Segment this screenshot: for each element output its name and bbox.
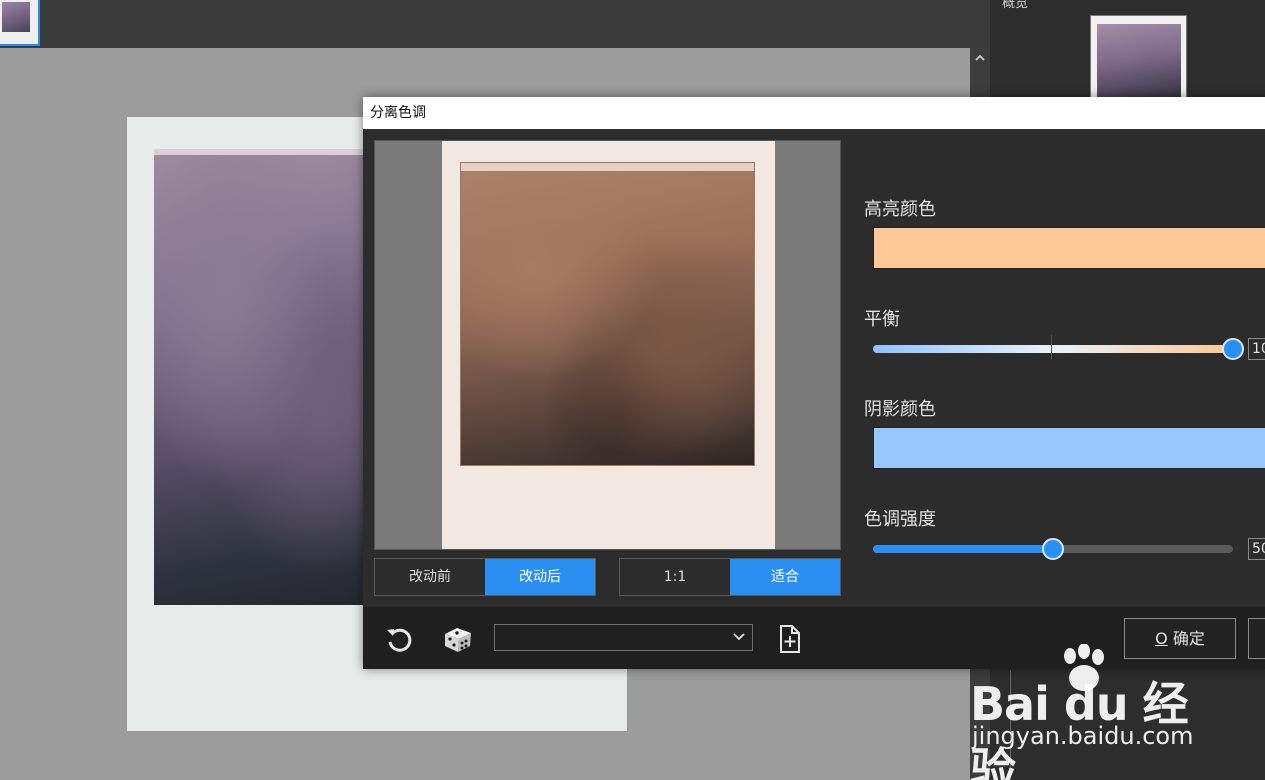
reset-icon[interactable]: [383, 623, 415, 655]
new-file-icon[interactable]: [773, 623, 805, 655]
balance-value-input[interactable]: 10: [1248, 338, 1265, 360]
tone-strength-label: 色调强度: [864, 509, 936, 530]
cancel-button[interactable]: [1248, 618, 1265, 659]
shadow-color-label: 阴影颜色: [864, 399, 936, 420]
zoom-toggle: 1:1 适合: [619, 558, 841, 596]
preview-photo: [442, 141, 775, 549]
highlight-color-swatch[interactable]: [873, 227, 1265, 269]
canvas-photo-image: [154, 149, 394, 605]
before-after-toggle: 改动前 改动后: [374, 558, 596, 596]
chevron-down-icon: [732, 628, 746, 642]
actual-size-button[interactable]: 1:1: [620, 559, 730, 595]
strength-value-input[interactable]: 50: [1248, 538, 1265, 560]
preset-dropdown[interactable]: [494, 624, 753, 651]
strength-slider-thumb[interactable]: [1042, 538, 1064, 560]
overview-image: [1097, 24, 1181, 102]
strength-slider-fill: [873, 545, 1053, 553]
highlight-color-label: 高亮颜色: [864, 199, 936, 220]
overview-thumbnail[interactable]: [1090, 15, 1187, 102]
fit-button[interactable]: 适合: [730, 559, 840, 595]
before-button[interactable]: 改动前: [375, 559, 485, 595]
scroll-up-icon[interactable]: [970, 48, 990, 72]
filmstrip-thumbnail[interactable]: [0, 0, 40, 46]
balance-slider-thumb[interactable]: [1222, 338, 1244, 360]
balance-center-mark: [1051, 335, 1052, 359]
overview-label: 概览: [1002, 0, 1029, 11]
preview-image: [460, 162, 755, 466]
shadow-color-swatch[interactable]: [873, 427, 1265, 469]
filmstrip: [0, 0, 990, 48]
baidu-watermark: Bai du 经验 jingyan.baidu.com: [970, 640, 1210, 780]
after-button[interactable]: 改动后: [485, 559, 595, 595]
preview-area[interactable]: [374, 140, 841, 550]
dice-icon[interactable]: [442, 623, 474, 655]
balance-label: 平衡: [864, 309, 900, 330]
watermark-url: jingyan.baidu.com: [972, 722, 1194, 750]
thumbnail-image: [2, 2, 30, 32]
split-toning-dialog: 分离色调 改动前 改动后 1:1 适合 高亮颜色 平衡 10 阴影颜色 色调强度…: [363, 97, 1265, 669]
dialog-title: 分离色调: [363, 97, 1265, 129]
balance-slider-track[interactable]: [873, 345, 1233, 353]
